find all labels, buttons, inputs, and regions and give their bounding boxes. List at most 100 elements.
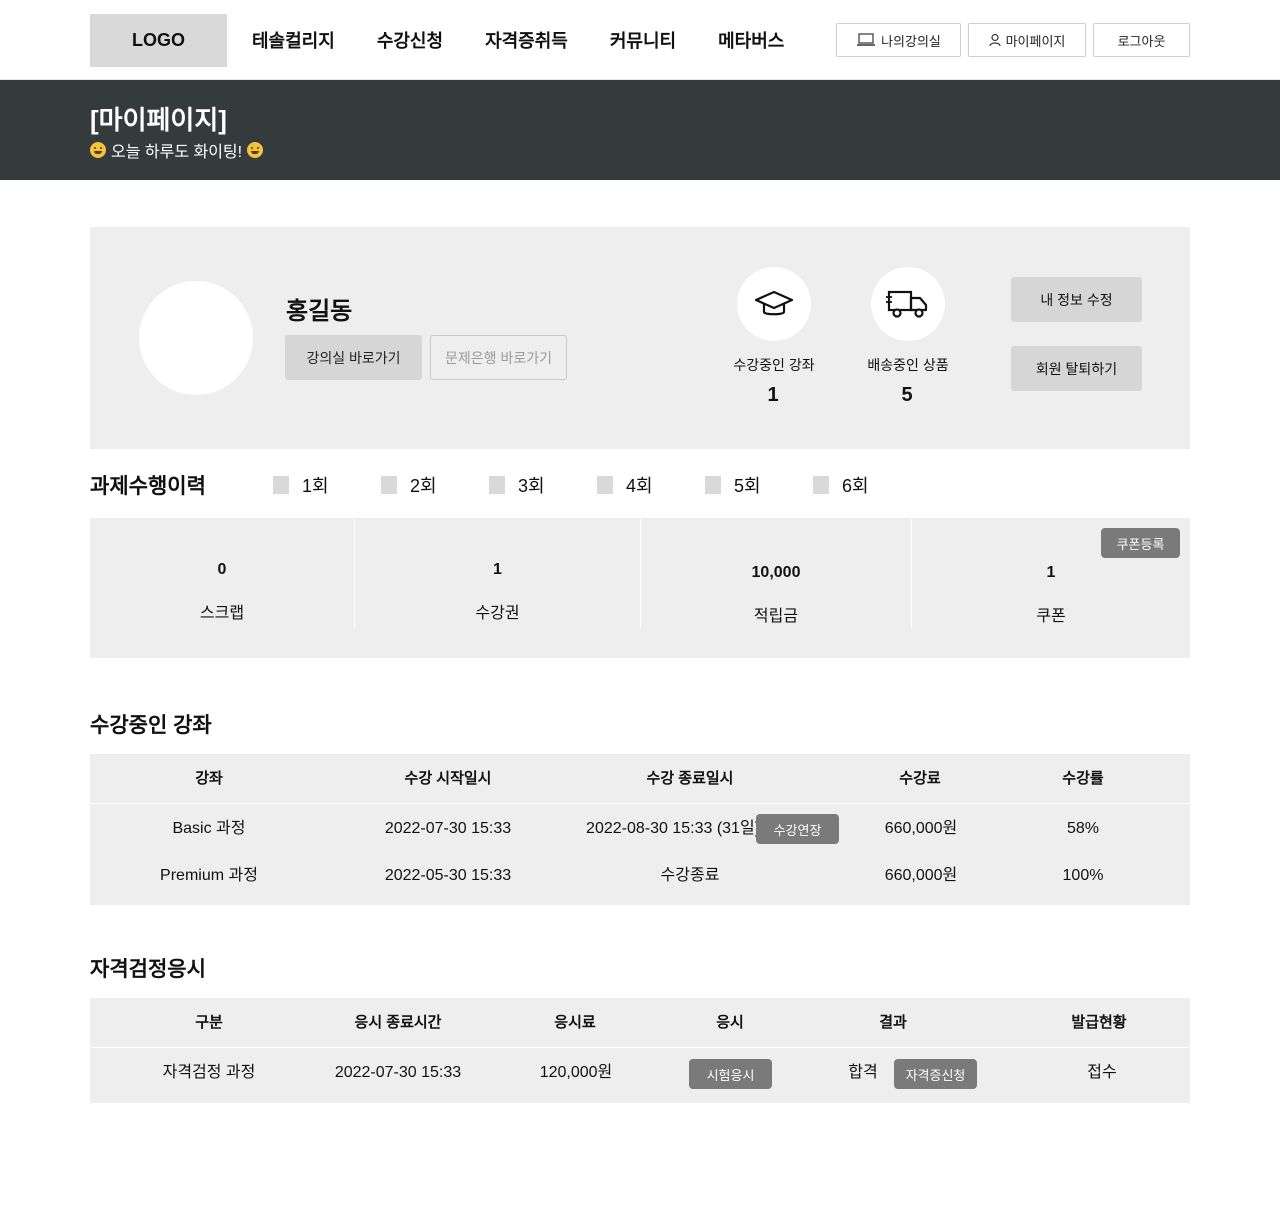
points-cell[interactable]: 10,000 적립금 [641, 518, 912, 628]
laptop-icon [857, 33, 876, 46]
profile-card: 홍길동 강의실 바로가기 문제은행 바로가기 수강중인 강좌 1 배송중인 상품… [90, 227, 1190, 449]
courses-stat-value: 1 [767, 384, 779, 406]
assignment-history-title: 과제수행이력 [90, 475, 206, 498]
column-header: 응시 [716, 1014, 744, 1031]
column-header: 수강률 [1062, 770, 1104, 787]
history-item[interactable]: 1회 [273, 472, 381, 498]
courses-stat-circle [737, 267, 811, 341]
issue-status: 접수 [1087, 1064, 1117, 1081]
history-item[interactable]: 5회 [705, 472, 813, 498]
table-header: 구분 응시 종료시간 응시료 응시 결과 발급현황 [90, 998, 1190, 1048]
nav-item-enrollment[interactable]: 수강신청 [377, 27, 443, 53]
take-exam-button[interactable]: 시험응시 [689, 1059, 772, 1089]
history-item-label: 3회 [518, 476, 545, 496]
user-name: 홍길동 [286, 298, 353, 325]
column-header: 수강 종료일시 [646, 770, 734, 787]
register-coupon-button[interactable]: 쿠폰등록 [1101, 528, 1180, 558]
history-item-label: 2회 [410, 476, 437, 496]
checkbox[interactable] [597, 476, 613, 494]
checkbox[interactable] [381, 476, 397, 494]
mypage-label: 마이페이지 [1005, 33, 1066, 49]
column-header: 결과 [879, 1014, 907, 1031]
history-item-label: 4회 [626, 476, 653, 496]
course-fee: 660,000원 [884, 820, 958, 837]
delivery-stat-label: 배송중인 상품 [867, 357, 949, 373]
mypage-button[interactable]: 마이페이지 [968, 23, 1086, 57]
exam-fee: 120,000원 [539, 1064, 613, 1081]
edit-profile-button[interactable]: 내 정보 수정 [1011, 277, 1142, 322]
history-item[interactable]: 3회 [489, 472, 597, 498]
course-fee: 660,000원 [884, 867, 958, 884]
nav-item-certification[interactable]: 자격증취득 [485, 27, 568, 53]
exams-section-title: 자격검정응시 [90, 958, 206, 981]
history-item[interactable]: 2회 [381, 472, 489, 498]
graduation-cap-icon [754, 290, 794, 316]
my-classroom-label: 나의강의실 [881, 33, 941, 49]
courses-table: 강좌 수강 시작일시 수강 종료일시 수강료 수강률 Basic 과정 2022… [90, 754, 1190, 905]
courses-stat-label: 수강중인 강좌 [733, 357, 815, 373]
exam-result: 합격 [848, 1064, 878, 1081]
column-header: 응시 종료시간 [354, 1014, 442, 1031]
course-rate: 58% [1066, 820, 1100, 837]
history-item-label: 1회 [302, 476, 329, 496]
courses-section-title: 수강중인 강좌 [90, 714, 212, 737]
extend-course-button[interactable]: 수강연장 [756, 814, 839, 844]
course-end: 2022-08-30 15:33 (31일) [586, 820, 760, 837]
column-header: 응시료 [554, 1014, 596, 1031]
column-header: 구분 [195, 1014, 223, 1031]
logo[interactable]: LOGO [90, 14, 227, 67]
checkbox[interactable] [489, 476, 505, 494]
apply-certificate-button[interactable]: 자격증신청 [894, 1059, 977, 1089]
exam-end-time: 2022-07-30 15:33 [334, 1064, 462, 1081]
user-icon [988, 33, 1001, 47]
page-banner: [마이페이지] 오늘 하루도 화이팅! [0, 80, 1280, 180]
history-item[interactable]: 6회 [813, 472, 921, 498]
course-end: 수강종료 [660, 867, 720, 884]
main-nav: 테솔컬리지 수강신청 자격증취득 커뮤니티 메타버스 [252, 0, 826, 80]
delivery-stat-value: 5 [901, 384, 913, 406]
delivery-stat-circle [871, 267, 945, 341]
column-header: 수강 시작일시 [404, 770, 492, 787]
nav-item-community[interactable]: 커뮤니티 [610, 27, 676, 53]
scrap-label: 스크랩 [199, 605, 245, 622]
scrap-cell[interactable]: 0 스크랩 [90, 518, 355, 628]
course-name: Premium 과정 [160, 867, 258, 884]
go-question-bank-button[interactable]: 문제은행 바로가기 [430, 335, 567, 380]
nav-item-metaverse[interactable]: 메타버스 [718, 27, 784, 53]
column-header: 강좌 [195, 770, 223, 787]
voucher-label: 수강권 [475, 605, 520, 622]
exam-name: 자격검정 과정 [162, 1064, 256, 1081]
course-start: 2022-07-30 15:33 [384, 820, 512, 837]
course-start: 2022-05-30 15:33 [384, 867, 512, 884]
grinning-face-icon [247, 142, 264, 158]
history-item[interactable]: 4회 [597, 472, 705, 498]
voucher-cell[interactable]: 1 수강권 [355, 518, 641, 628]
column-header: 수강료 [899, 770, 941, 787]
checkbox[interactable] [813, 476, 829, 494]
grinning-face-icon [90, 142, 106, 158]
delivery-truck-icon [886, 290, 928, 318]
course-rate: 100% [1062, 867, 1104, 884]
table-header: 강좌 수강 시작일시 수강 종료일시 수강료 수강률 [90, 754, 1190, 804]
go-classroom-button[interactable]: 강의실 바로가기 [285, 335, 422, 380]
withdraw-button[interactable]: 회원 탈퇴하기 [1011, 346, 1142, 391]
history-item-label: 5회 [734, 476, 761, 496]
course-name: Basic 과정 [172, 820, 246, 837]
history-item-label: 6회 [842, 476, 869, 496]
nav-item-tesol-college[interactable]: 테솔컬리지 [252, 27, 335, 53]
scrap-value: 0 [217, 561, 227, 578]
site-header: LOGO 테솔컬리지 수강신청 자격증취득 커뮤니티 메타버스 나의강의실 마이… [0, 0, 1280, 80]
checkbox[interactable] [273, 476, 289, 494]
avatar [139, 281, 253, 395]
points-label: 적립금 [753, 608, 799, 625]
coupon-label: 쿠폰 [1036, 608, 1066, 625]
logout-button[interactable]: 로그아웃 [1093, 23, 1190, 57]
checkbox[interactable] [705, 476, 721, 494]
summary-box: 0 스크랩 1 수강권 10,000 적립금 1 쿠폰 쿠폰등록 [90, 518, 1190, 658]
exams-table: 구분 응시 종료시간 응시료 응시 결과 발급현황 자격검정 과정 2022-0… [90, 998, 1190, 1103]
coupon-value: 1 [1046, 564, 1056, 581]
voucher-value: 1 [493, 561, 502, 578]
my-classroom-button[interactable]: 나의강의실 [836, 23, 961, 57]
assignment-history-list: 1회 2회 3회 4회 5회 6회 [273, 472, 921, 498]
subtitle-text: 오늘 하루도 화이팅! [111, 144, 243, 161]
